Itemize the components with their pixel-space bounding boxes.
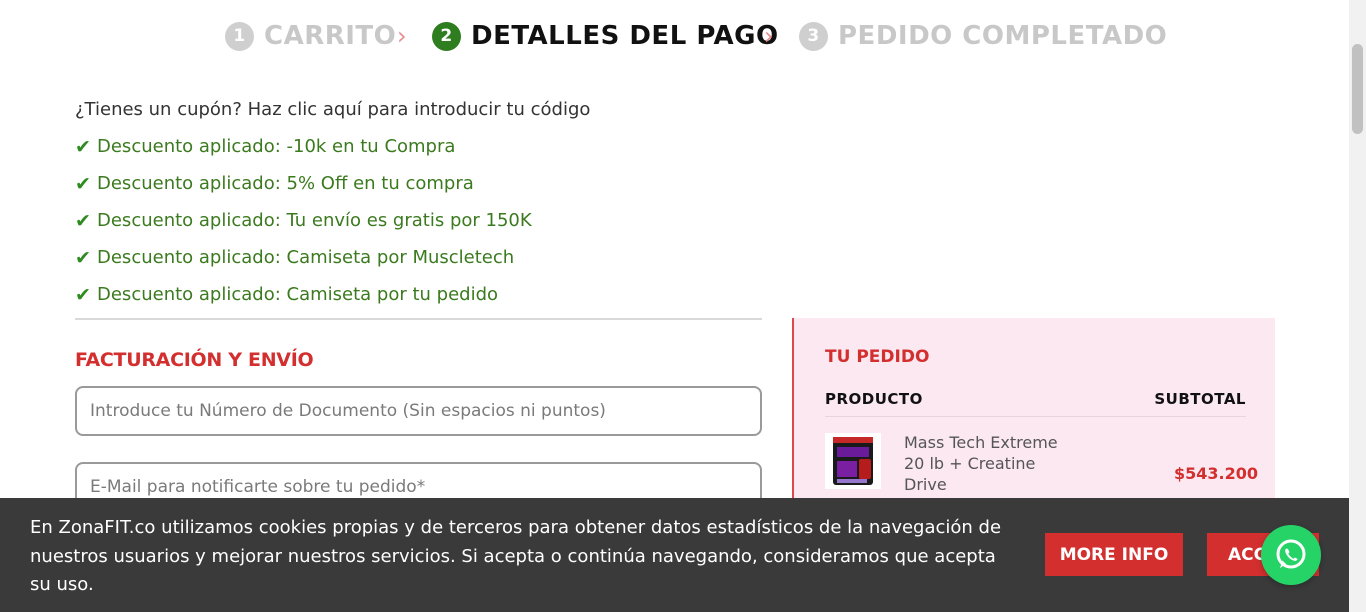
discount-item: ✔ Descuento aplicado: Tu envío es gratis…	[75, 210, 532, 247]
cookie-message: En ZonaFIT.co utilizamos cookies propias…	[30, 517, 1002, 595]
document-number-field[interactable]	[75, 386, 762, 436]
billing-title: FACTURACIÓN Y ENVÍO	[75, 349, 314, 371]
step-number: 3	[799, 21, 828, 51]
discount-item: ✔ Descuento aplicado: Camiseta por tu pe…	[75, 284, 532, 321]
checkmark-icon: ✔	[75, 284, 91, 306]
step-cart[interactable]: 1 CARRITO	[225, 18, 396, 54]
step-label: DETALLES DEL PAGO	[471, 21, 779, 51]
product-subtotal: $543.200	[1174, 464, 1259, 483]
checkmark-icon: ✔	[75, 247, 91, 269]
discount-item: ✔ Descuento aplicado: -10k en tu Compra	[75, 136, 532, 173]
scrollbar-thumb[interactable]	[1352, 44, 1363, 134]
step-label: CARRITO	[264, 21, 397, 51]
order-table-header: PRODUCTO SUBTOTAL	[825, 390, 1246, 408]
discount-text: Descuento aplicado: Camiseta por Musclet…	[97, 247, 515, 268]
whatsapp-icon	[1276, 539, 1306, 569]
more-info-button[interactable]: MORE INFO	[1045, 533, 1183, 576]
coupon-question: ¿Tienes un cupón?	[75, 99, 242, 120]
discount-list: ✔ Descuento aplicado: -10k en tu Compra …	[75, 136, 532, 321]
order-title: TU PEDIDO	[825, 347, 930, 367]
order-divider	[825, 416, 1246, 417]
step-label: PEDIDO COMPLETADO	[838, 21, 1168, 51]
column-subtotal: SUBTOTAL	[1154, 390, 1246, 408]
coupon-link[interactable]: Haz clic aquí para introducir tu código	[248, 99, 591, 120]
discount-text: Descuento aplicado: Camiseta por tu pedi…	[97, 284, 499, 305]
page-scrollbar[interactable]	[1349, 0, 1366, 612]
checkout-page: 1 CARRITO › 2 DETALLES DEL PAGO › 3 PEDI…	[0, 0, 1366, 612]
order-summary: TU PEDIDO PRODUCTO SUBTOTAL Mass Tech Ex…	[792, 318, 1275, 518]
discount-text: Descuento aplicado: Tu envío es gratis p…	[97, 210, 532, 231]
cookie-banner: En ZonaFIT.co utilizamos cookies propias…	[0, 498, 1349, 612]
discount-item: ✔ Descuento aplicado: 5% Off en tu compr…	[75, 173, 532, 210]
product-image	[825, 433, 881, 489]
discount-text: Descuento aplicado: 5% Off en tu compra	[97, 173, 474, 194]
chevron-right-icon: ›	[397, 22, 407, 50]
discount-text: Descuento aplicado: -10k en tu Compra	[97, 136, 456, 157]
step-order-completed: 3 PEDIDO COMPLETADO	[799, 18, 1167, 54]
checkmark-icon: ✔	[75, 210, 91, 232]
whatsapp-button[interactable]	[1261, 525, 1321, 585]
coupon-notice: ¿Tienes un cupón? Haz clic aquí para int…	[75, 99, 590, 120]
section-divider	[75, 318, 762, 320]
document-number-input[interactable]	[77, 388, 760, 434]
product-name: Mass Tech Extreme 20 lb + Creatine Drive	[904, 433, 1058, 494]
checkmark-icon: ✔	[75, 136, 91, 158]
step-number: 1	[225, 21, 254, 51]
discount-item: ✔ Descuento aplicado: Camiseta por Muscl…	[75, 247, 532, 284]
checkout-steps: 1 CARRITO › 2 DETALLES DEL PAGO › 3 PEDI…	[0, 18, 1350, 54]
step-number: 2	[432, 21, 461, 51]
column-product: PRODUCTO	[825, 390, 923, 408]
checkmark-icon: ✔	[75, 173, 91, 195]
step-payment-details: 2 DETALLES DEL PAGO	[432, 18, 779, 54]
chevron-right-icon: ›	[764, 22, 774, 50]
